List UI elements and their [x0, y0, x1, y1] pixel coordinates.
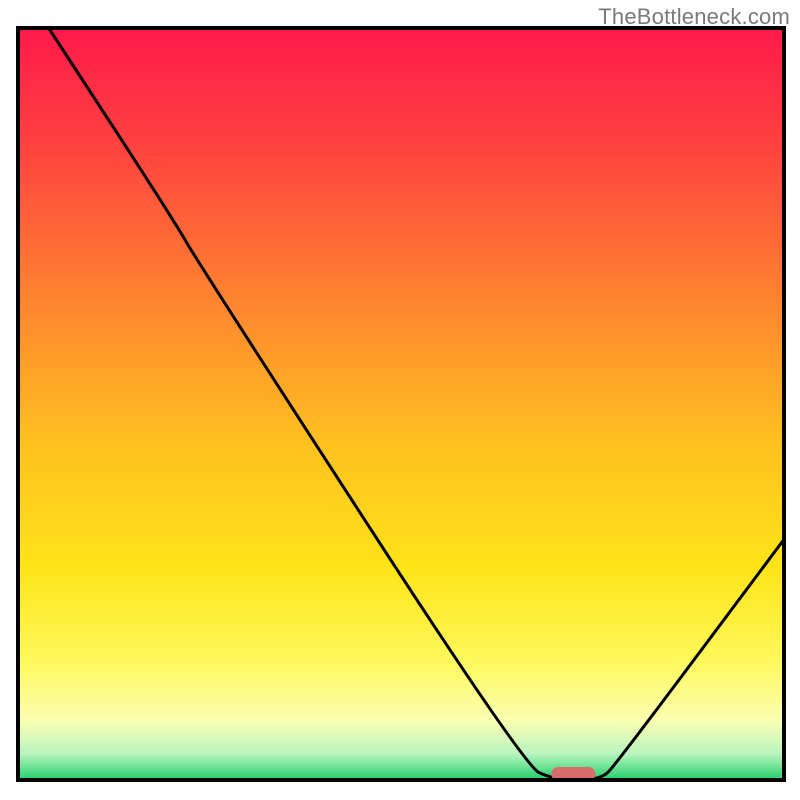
- bottleneck-chart: [0, 0, 800, 800]
- plot-area-background: [18, 28, 784, 780]
